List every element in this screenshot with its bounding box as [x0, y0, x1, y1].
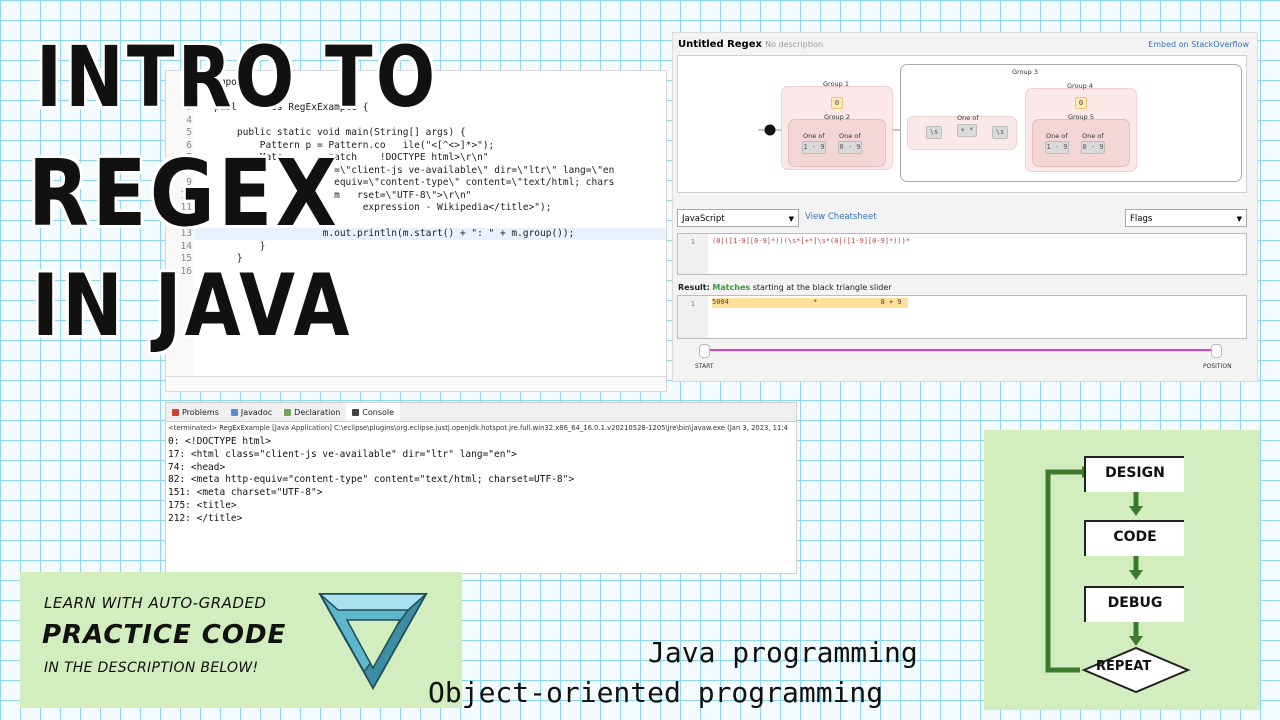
one-of-label: One of — [803, 132, 825, 140]
group-1-label: Group 1 — [823, 80, 849, 88]
position-slider-handle[interactable] — [1211, 344, 1222, 358]
operator-token: + * — [957, 124, 977, 137]
position-slider-track[interactable] — [703, 349, 1219, 351]
console-icon — [352, 408, 360, 416]
flow-debug: DEBUG — [1084, 586, 1184, 622]
one-of-label: One of — [839, 132, 861, 140]
start-slider-handle[interactable] — [699, 344, 710, 358]
line-number: 1 — [678, 296, 708, 338]
console-output: 0: <!DOCTYPE html> 17: <html class="clien… — [166, 436, 796, 526]
test-string[interactable]: 5004 * 8 + 9 — [712, 298, 902, 306]
flags-value: Flags — [1130, 214, 1153, 224]
range-0-9: 0 - 9 — [1081, 141, 1105, 154]
group-2-label: Group 2 — [824, 113, 850, 121]
title-line-3: IN JAVA — [32, 256, 353, 356]
regex-input[interactable]: 1 (0|([1-9][0-9]*))(\s*[+*]\s*(0|([1-9][… — [677, 233, 1247, 275]
output-line: 74: <head> — [168, 461, 226, 473]
result-label: Result: — [678, 283, 710, 292]
cheatsheet-link[interactable]: View Cheatsheet — [805, 212, 877, 222]
output-line: 82: <meta http-equiv="content-type" cont… — [168, 474, 575, 486]
slider-position-label: POSITION — [1203, 363, 1232, 370]
one-of-label: One of — [1046, 132, 1068, 140]
footer-oop: Object-oriented programming — [428, 676, 884, 709]
flags-select[interactable]: Flags ▼ — [1125, 209, 1247, 227]
chevron-down-icon: ▼ — [788, 215, 794, 223]
output-line: 0: <!DOCTYPE html> — [168, 436, 271, 447]
flow-design: DESIGN — [1084, 456, 1184, 492]
practice-line-1: LEARN WITH AUTO-GRADED — [44, 594, 267, 612]
title-line-2: REGEX — [28, 140, 341, 247]
regex-expression[interactable]: (0|([1-9][0-9]*))(\s*[+*]\s*(0|([1-9][0-… — [712, 237, 910, 245]
footer-java-programming: Java programming — [648, 636, 918, 669]
test-string-input[interactable]: 1 5004 * 8 + 9 — [677, 295, 1247, 339]
javadoc-icon — [230, 408, 238, 416]
practice-line-3: IN THE DESCRIPTION BELOW! — [44, 660, 259, 676]
embed-link[interactable]: Embed on StackOverflow — [1148, 40, 1249, 49]
tab-console[interactable]: Console — [346, 403, 401, 421]
view-tabs: Problems Javadoc Declaration Console — [166, 403, 796, 422]
terminated-status: <terminated> RegExExample [Java Applicat… — [168, 424, 788, 432]
practice-banner: LEARN WITH AUTO-GRADED PRACTICE CODE IN … — [20, 572, 462, 708]
dev-cycle-flowchart: DESIGN CODE DEBUG REPEAT — [984, 430, 1260, 710]
regex-tool-panel: Untitled Regex No description Embed on S… — [672, 32, 1258, 382]
console-panel: Problems Javadoc Declaration Console <te… — [165, 402, 797, 574]
output-line: 17: <html class="client-js ve-available"… — [168, 448, 517, 460]
flow-repeat: REPEAT — [1096, 659, 1152, 674]
flavor-value: JavaScript — [682, 214, 725, 224]
output-line: 175: <title> — [168, 499, 237, 511]
impossible-triangle-logo — [318, 593, 428, 691]
title-line-1: INTRO TO — [36, 28, 439, 126]
regex-description: No description — [765, 40, 824, 49]
flow-code: CODE — [1084, 520, 1184, 556]
whitespace-token: \s — [992, 126, 1008, 139]
flavor-select[interactable]: JavaScript ▼ — [677, 209, 799, 227]
output-line: 212: </title> — [168, 512, 243, 524]
line-number: 1 — [678, 234, 708, 274]
tab-problems[interactable]: Problems — [166, 408, 225, 417]
whitespace-token: \s — [926, 126, 942, 139]
one-of-label: One of — [1082, 132, 1104, 140]
range-1-9: 1 - 9 — [1045, 141, 1069, 154]
literal-zero: 0 — [831, 97, 843, 109]
result-line: Result: Matches starting at the black tr… — [678, 283, 892, 292]
regex-railroad-diagram: Group 1 0 Group 2 One of 1 - 9 One of 0 … — [677, 55, 1247, 193]
editor-horizontal-scrollbar[interactable] — [166, 376, 666, 391]
range-1-9: 1 - 9 — [802, 141, 826, 154]
result-matches: Matches — [712, 283, 751, 292]
regex-header: Untitled Regex No description — [678, 39, 823, 50]
practice-line-2: PRACTICE CODE — [42, 620, 287, 650]
one-of-label: One of — [957, 114, 979, 122]
regex-title: Untitled Regex — [678, 39, 762, 50]
literal-zero: 0 — [1075, 97, 1087, 109]
output-line: 151: <meta charset="UTF-8"> — [168, 487, 323, 499]
result-description: starting at the black triangle slider — [752, 283, 892, 292]
group-4-label: Group 4 — [1067, 82, 1093, 90]
range-0-9: 0 - 9 — [838, 141, 862, 154]
group-5-label: Group 5 — [1068, 113, 1094, 121]
group-3-label: Group 3 — [1012, 68, 1038, 76]
start-node — [764, 124, 776, 136]
code-line: 5 public static void main(String[] args)… — [186, 127, 466, 138]
declaration-icon — [284, 408, 292, 416]
tab-javadoc[interactable]: Javadoc — [225, 408, 278, 417]
problems-icon — [172, 408, 179, 416]
slider-start-label: START — [695, 363, 714, 370]
tab-declaration[interactable]: Declaration — [278, 408, 346, 417]
chevron-down-icon: ▼ — [1236, 215, 1242, 223]
